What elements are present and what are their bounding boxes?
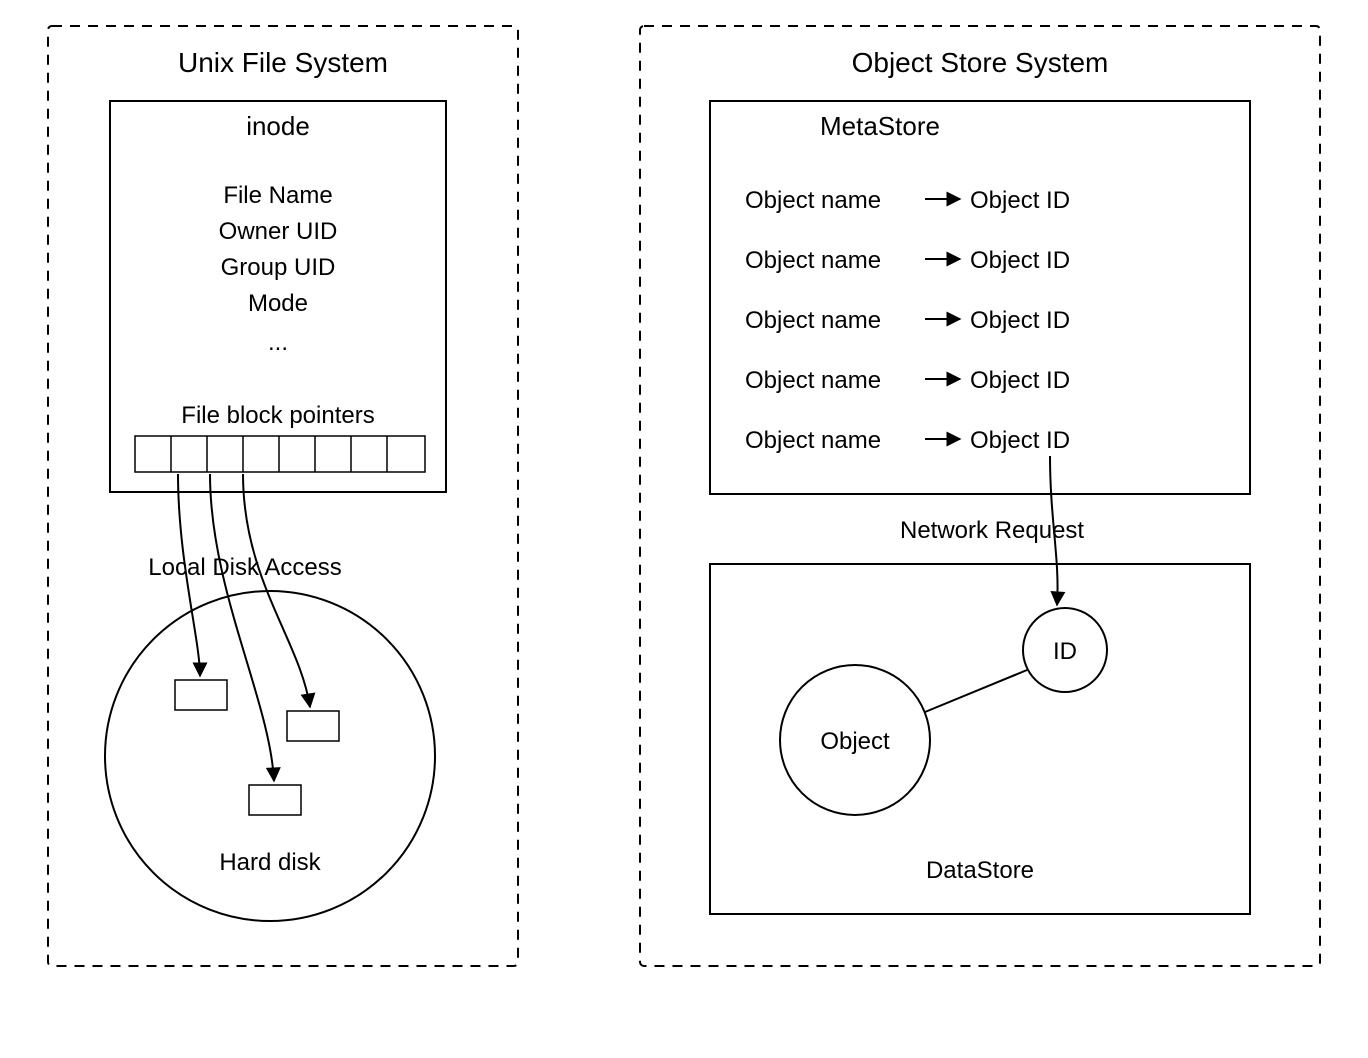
unix-title: Unix File System [178, 47, 388, 78]
hard-disk-label: Hard disk [219, 849, 321, 876]
object-name-label: Object name [745, 307, 881, 334]
inode-field: File Name [223, 182, 332, 209]
network-request-label: Network Request [900, 517, 1084, 544]
metastore-box: MetaStore Object name Object ID Object n… [710, 101, 1250, 494]
inode-field: Owner UID [219, 218, 338, 245]
metastore-row: Object name Object ID [745, 427, 1070, 454]
metastore-row: Object name Object ID [745, 307, 1070, 334]
hard-disk: Hard disk [105, 591, 435, 921]
datastore-box: ID Object DataStore [710, 564, 1250, 914]
object-name-label: Object name [745, 187, 881, 214]
inode-heading: inode [246, 111, 310, 141]
object-id-label: Object ID [970, 187, 1070, 214]
object-name-label: Object name [745, 427, 881, 454]
datastore-heading: DataStore [926, 857, 1034, 884]
inode-field: Group UID [221, 254, 336, 281]
object-store-title: Object Store System [852, 47, 1109, 78]
metastore-row: Object name Object ID [745, 247, 1070, 274]
object-id-label: Object ID [970, 247, 1070, 274]
block-pointers-label: File block pointers [181, 402, 374, 429]
object-node-label: Object [820, 728, 890, 755]
pointer-arrow [210, 474, 274, 781]
inode-field: ... [268, 329, 288, 356]
inode-field: Mode [248, 290, 308, 317]
object-id-label: Object ID [970, 427, 1070, 454]
metastore-row: Object name Object ID [745, 187, 1070, 214]
object-name-label: Object name [745, 367, 881, 394]
object-id-label: Object ID [970, 367, 1070, 394]
local-disk-access-label: Local Disk Access [148, 554, 341, 581]
object-name-label: Object name [745, 247, 881, 274]
object-id-label: Object ID [970, 307, 1070, 334]
object-id-link [925, 670, 1027, 712]
inode-box: inode File Name Owner UID Group UID Mode… [110, 101, 446, 492]
object-store-system-panel: Object Store System MetaStore Object nam… [640, 26, 1320, 966]
metastore-heading: MetaStore [820, 111, 940, 141]
metastore-row: Object name Object ID [745, 367, 1070, 394]
unix-file-system-panel: Unix File System inode File Name Owner U… [48, 26, 518, 966]
id-node-label: ID [1053, 638, 1077, 665]
block-pointer-array [135, 436, 425, 472]
